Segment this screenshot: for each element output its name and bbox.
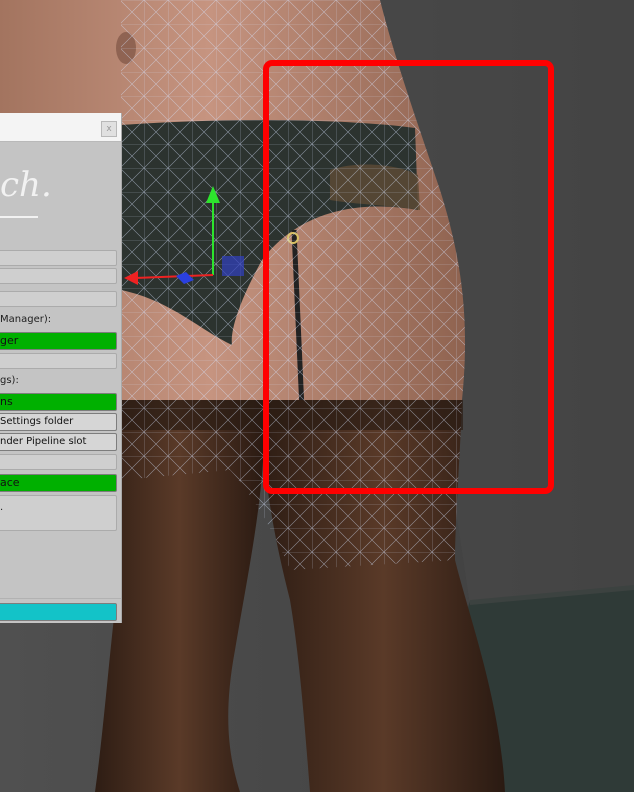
panel-divider [0,598,121,599]
field-1[interactable] [0,250,117,266]
gizmo-z-plane-icon[interactable] [222,256,244,276]
field-5[interactable] [0,454,117,470]
settings-folder-button[interactable]: Settings folder [0,413,117,431]
info-text: . [0,502,4,513]
manager-button[interactable]: ger [0,332,117,350]
replace-button[interactable]: ace [0,474,117,492]
bottom-action-button[interactable] [0,603,117,621]
field-3[interactable] [0,291,117,307]
info-box [0,495,117,531]
label-settings: gs): [0,375,19,386]
render-pipeline-slot-button[interactable]: nder Pipeline slot [0,433,117,451]
settings-button[interactable]: ns [0,393,117,411]
label-manager: Manager): [0,314,52,325]
panel-logo: ch. [0,165,52,205]
logo-underline [0,216,38,218]
close-icon[interactable]: x [101,121,117,137]
tool-panel: x ch. Manager): ger gs): ns Settings fol… [0,113,122,623]
panel-titlebar[interactable]: x [0,113,121,142]
field-2[interactable] [0,268,117,284]
field-4[interactable] [0,353,117,369]
